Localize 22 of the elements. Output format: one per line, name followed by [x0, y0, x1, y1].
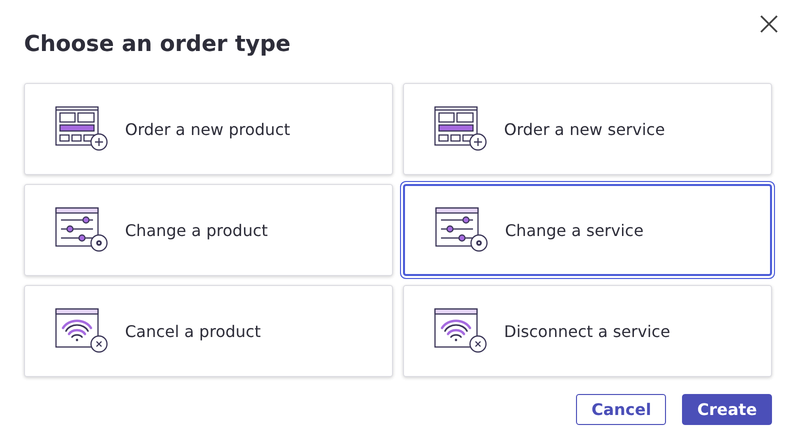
- order-type-option[interactable]: Order a new product: [24, 83, 393, 175]
- dialog-title: Choose an order type: [24, 31, 292, 59]
- order-type-option[interactable]: Change a service: [403, 184, 772, 276]
- cancel-button[interactable]: Cancel: [576, 394, 666, 425]
- option-label: Cancel a product: [125, 322, 261, 340]
- close-icon[interactable]: [759, 14, 779, 34]
- option-label: Order a new product: [125, 120, 290, 138]
- order-type-option[interactable]: Cancel a product: [24, 285, 393, 377]
- option-label: Change a product: [125, 220, 268, 240]
- wifi-window-close-icon: [434, 308, 488, 354]
- layout-plus-icon: [434, 106, 488, 152]
- sliders-gear-icon: [55, 207, 109, 253]
- order-type-option[interactable]: Disconnect a service: [403, 285, 772, 377]
- layout-plus-icon: [55, 106, 109, 152]
- wifi-window-close-icon: [55, 308, 109, 354]
- create-button[interactable]: Create: [682, 394, 772, 425]
- option-label: Disconnect a service: [504, 322, 670, 340]
- sliders-gear-icon: [435, 207, 489, 253]
- order-type-option[interactable]: Order a new service: [403, 83, 772, 175]
- option-label: Order a new service: [504, 120, 665, 138]
- order-type-option[interactable]: Change a product: [24, 184, 393, 276]
- option-label: Change a service: [505, 220, 644, 240]
